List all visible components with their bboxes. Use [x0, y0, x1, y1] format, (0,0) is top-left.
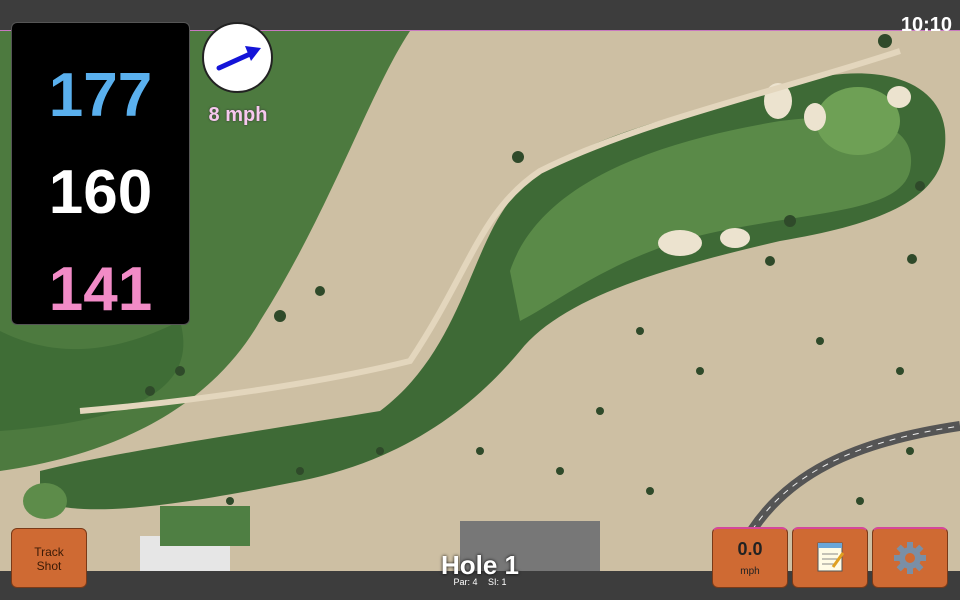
distance-back: 177	[48, 61, 153, 130]
speed-unit: mph	[740, 566, 760, 577]
bunker	[804, 103, 826, 131]
track-shot-button[interactable]: Track Shot	[11, 528, 87, 588]
distance-front: 141	[48, 255, 153, 324]
wind-direction-arrow-icon	[216, 46, 261, 71]
notes-button[interactable]	[792, 527, 868, 588]
speed-value: 0.0	[737, 539, 763, 559]
practice-green	[160, 506, 250, 546]
notepad-icon	[817, 542, 845, 572]
speed-button[interactable]: 0.0 mph	[712, 527, 788, 588]
bunker	[720, 228, 750, 248]
track-shot-label-line1: Track	[34, 545, 64, 559]
distance-middle: 160	[48, 158, 153, 227]
wind-indicator[interactable]	[202, 22, 273, 93]
gear-icon	[894, 542, 926, 574]
track-shot-label-line2: Shot	[36, 559, 62, 573]
hole-info: Par: 4 SI: 1	[400, 577, 560, 587]
wind-speed: 8 mph	[208, 104, 268, 126]
hole-stroke-index: SI: 1	[488, 577, 507, 587]
bunker	[887, 86, 911, 108]
bunker	[658, 230, 702, 256]
tee-box	[23, 483, 67, 519]
settings-button[interactable]	[872, 527, 948, 588]
distance-panel: 177 160 141	[11, 22, 190, 325]
hole-par: Par: 4	[453, 577, 478, 587]
